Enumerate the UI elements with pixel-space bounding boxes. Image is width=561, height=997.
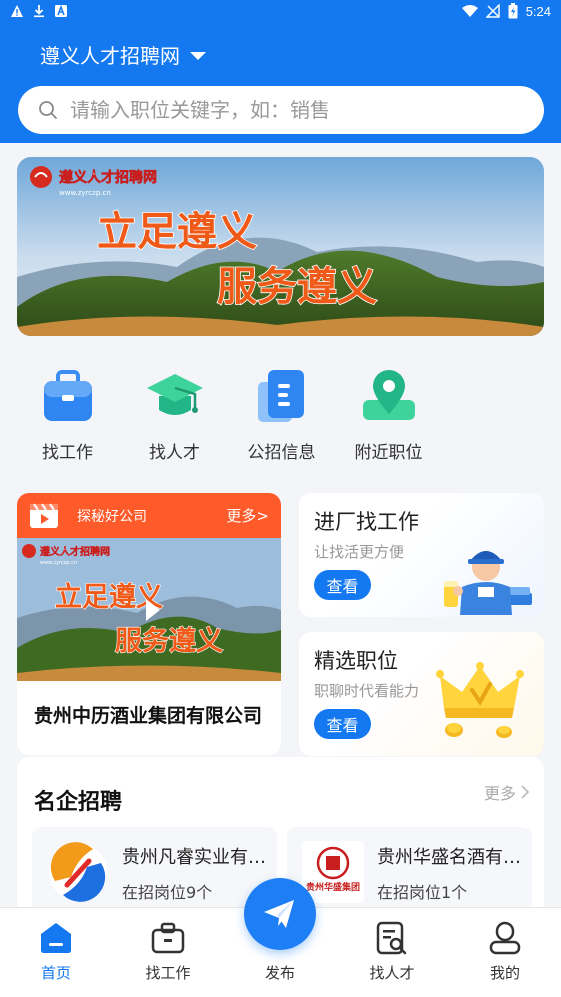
search-input[interactable] xyxy=(70,98,510,122)
quick-nearby-jobs[interactable]: 附近职位 xyxy=(335,366,442,463)
worker-illustration xyxy=(444,551,532,615)
tab-mine[interactable]: 我的 xyxy=(449,908,561,997)
search-document-icon xyxy=(376,921,407,955)
banner-slogan-2: 服务遵义 xyxy=(217,264,377,310)
tab-find-job[interactable]: 找工作 xyxy=(112,908,224,997)
more-label: 更多 xyxy=(483,784,516,803)
famous-more-link[interactable]: 更多 xyxy=(484,780,530,804)
signal-off-icon xyxy=(485,4,500,18)
banner-image: 遵义人才招聘网 www.zyrczp.cn 立足遵义 服务遵义 xyxy=(17,157,544,336)
quick-find-talent[interactable]: 找人才 xyxy=(121,366,228,463)
video-company-name: 贵州中历酒业集团有限公司 xyxy=(34,705,263,727)
status-time: 5:24 xyxy=(525,3,551,19)
promo-banner[interactable]: 遵义人才招聘网 www.zyrczp.cn 立足遵义 服务遵义 xyxy=(17,157,544,336)
location-pin-icon xyxy=(362,370,415,420)
company-logo-text: 贵州华盛集团 xyxy=(306,881,360,893)
quick-find-job[interactable]: 找工作 xyxy=(14,366,121,463)
company-job-count: 在招岗位9个 xyxy=(122,883,213,902)
quick-label: 公招信息 xyxy=(247,443,316,463)
tab-label: 首页 xyxy=(40,964,71,982)
tab-label: 我的 xyxy=(489,964,520,982)
view-button[interactable]: 查看 xyxy=(314,709,371,739)
quick-nav: 找工作 找人才 公招信息 附近职位 xyxy=(14,366,454,463)
video-thumbnail: 遵义人才招聘网 www.zyrczp.cn 立足遵义 服务遵义 xyxy=(17,538,281,681)
company-logo xyxy=(49,842,107,902)
graduation-cap-icon xyxy=(146,374,203,415)
card-title: 进厂找工作 xyxy=(314,510,419,534)
status-bar: 5:24 xyxy=(0,0,561,26)
video-card-more-link[interactable]: 更多> xyxy=(226,505,269,526)
banner-url-text: www.zyrczp.cn xyxy=(59,189,111,197)
chevron-right-icon xyxy=(521,785,530,799)
paper-plane-icon xyxy=(264,900,294,928)
video-thumb-logo: 遵义人才招聘网 xyxy=(40,545,110,558)
document-icon xyxy=(257,370,304,422)
banner-logo-text: 遵义人才招聘网 xyxy=(59,169,157,186)
card-title: 精选职位 xyxy=(314,649,398,673)
video-card-header-label: 探秘好公司 xyxy=(77,508,147,525)
app-notification-icon xyxy=(55,4,67,17)
quick-public-recruit[interactable]: 公招信息 xyxy=(228,366,335,463)
company-video-card[interactable]: 探秘好公司 更多> 遵义人才招聘网 www.zyrczp.cn 立足遵义 服务遵… xyxy=(17,493,281,755)
featured-jobs-card[interactable]: 精选职位 职聊时代看能力 查看 xyxy=(299,632,544,756)
tab-label: 找人才 xyxy=(369,964,415,982)
publish-button[interactable] xyxy=(244,878,316,950)
video-thumb-slogan-2: 服务遵义 xyxy=(115,625,223,657)
city-selector[interactable]: 遵义人才招聘网 xyxy=(40,40,206,69)
warning-icon xyxy=(11,5,23,17)
card-subtitle: 职聊时代看能力 xyxy=(314,682,420,700)
publish-label: 发布 xyxy=(264,964,295,982)
quick-label: 找人才 xyxy=(149,443,200,463)
caret-down-icon xyxy=(190,51,206,60)
company-card[interactable]: 贵州凡睿实业有限公司 在招岗位9个 xyxy=(32,827,277,917)
quick-label: 找工作 xyxy=(42,443,93,463)
user-icon xyxy=(489,921,521,955)
search-bar[interactable] xyxy=(18,86,544,134)
view-button[interactable]: 查看 xyxy=(314,570,371,600)
video-play-icon xyxy=(30,502,58,528)
download-icon xyxy=(34,5,44,18)
search-icon xyxy=(39,101,57,119)
video-card-header: 探秘好公司 更多> xyxy=(17,493,281,538)
video-thumb-url: www.zyrczp.cn xyxy=(40,560,77,566)
battery-icon xyxy=(508,3,518,19)
banner-slogan-1: 立足遵义 xyxy=(97,209,257,255)
tab-label: 找工作 xyxy=(145,964,191,982)
card-subtitle: 让找活更方便 xyxy=(314,543,405,561)
company-job-count: 在招岗位1个 xyxy=(377,883,468,902)
company-name: 贵州华盛名酒有限公司 xyxy=(377,847,525,868)
briefcase-icon xyxy=(151,922,185,954)
factory-jobs-card[interactable]: 进厂找工作 让找活更方便 查看 xyxy=(299,493,544,617)
tab-home[interactable]: 首页 xyxy=(0,908,112,997)
wifi-icon xyxy=(461,5,478,17)
company-name: 贵州凡睿实业有限公司 xyxy=(122,847,270,868)
home-icon xyxy=(41,923,71,953)
app-header: 5:24 遵义人才招聘网 xyxy=(0,0,561,143)
tab-find-talent[interactable]: 找人才 xyxy=(336,908,448,997)
company-card[interactable]: 贵州华盛集团 贵州华盛名酒有限公司 在招岗位1个 xyxy=(287,827,532,917)
company-logo: 贵州华盛集团 xyxy=(302,841,364,903)
city-label: 遵义人才招聘网 xyxy=(40,44,180,68)
quick-label: 附近职位 xyxy=(354,443,423,463)
section-title: 名企招聘 xyxy=(34,790,123,815)
briefcase-icon xyxy=(43,370,92,421)
crown-icon xyxy=(436,662,524,738)
